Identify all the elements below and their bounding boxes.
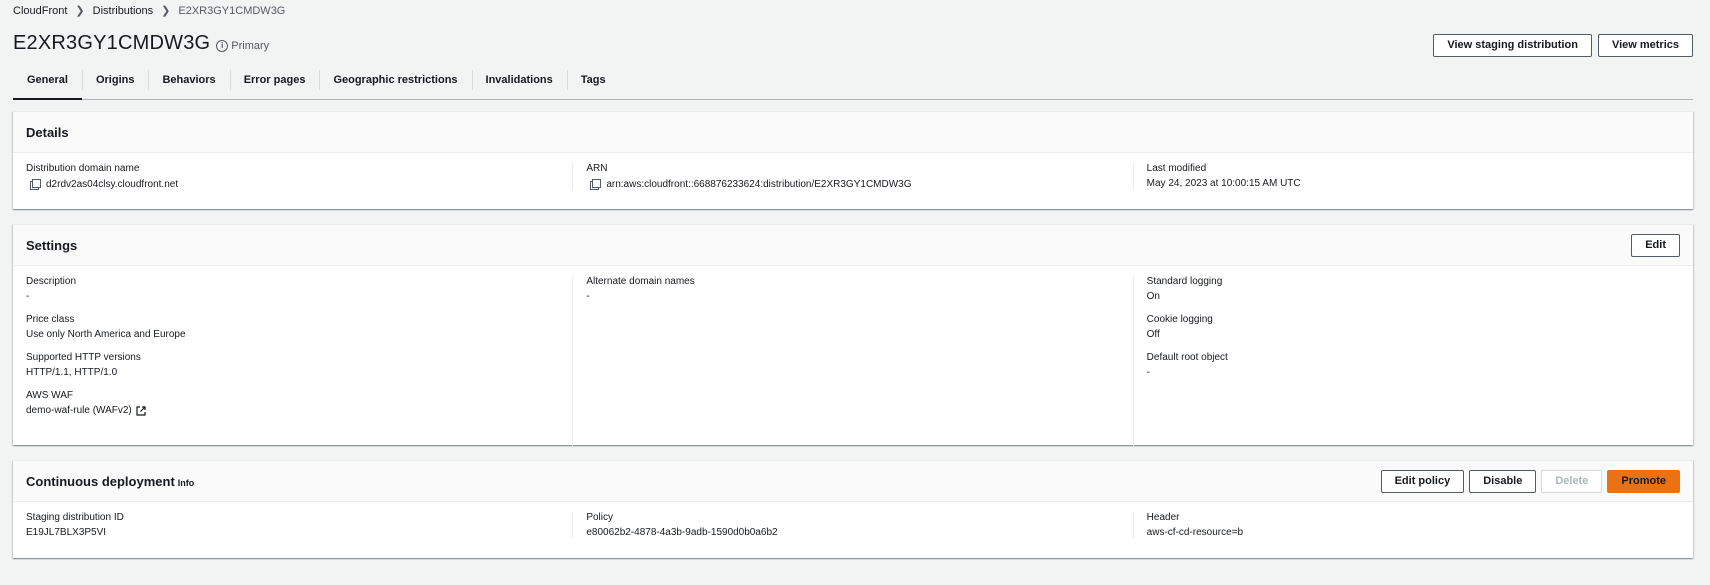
cd-col-header: Header aws-cf-cd-resource=b <box>1132 512 1693 538</box>
page-header: E2XR3GY1CMDW3G i Primary <box>13 32 269 55</box>
root-object-label: Default root object <box>1146 352 1228 363</box>
tab-origins[interactable]: Origins <box>81 68 149 99</box>
settings-col-3: Standard logging On Cookie logging Off D… <box>1132 276 1693 448</box>
promote-button[interactable]: Promote <box>1607 469 1680 493</box>
modified-label: Last modified <box>1146 163 1207 174</box>
continuous-deployment-header: Continuous deployment Info Edit policy Di… <box>13 461 1693 502</box>
waf-value-row: demo-waf-rule (WAFv2) <box>26 405 559 416</box>
breadcrumb-distributions-link[interactable]: Distributions <box>93 5 154 17</box>
settings-header: Settings Edit <box>13 225 1693 266</box>
http-versions-label: Supported HTTP versions <box>26 352 141 363</box>
root-object-field: Default root object - <box>1147 352 1680 378</box>
modified-value: May 24, 2023 at 10:00:15 AM UTC <box>1146 178 1301 189</box>
info-link[interactable]: Info <box>178 478 195 488</box>
details-col-arn: ARN arn:aws:cloudfront::668876233624:dis… <box>572 163 1132 190</box>
external-link-icon[interactable] <box>136 405 146 416</box>
view-staging-distribution-button[interactable]: View staging distribution <box>1433 34 1592 57</box>
details-panel: Details Distribution domain name d2rdv2a… <box>13 111 1693 209</box>
details-col-modified: Last modified May 24, 2023 at 10:00:15 A… <box>1132 163 1693 190</box>
tab-bar: General Origins Behaviors Error pages Ge… <box>13 68 1693 100</box>
std-logging-label: Standard logging <box>1146 276 1223 287</box>
cookie-logging-label: Cookie logging <box>1146 314 1213 325</box>
continuous-deployment-title: Continuous deployment Info <box>26 474 194 489</box>
details-col-domain: Distribution domain name d2rdv2as04clsy.… <box>13 163 572 190</box>
policy-value: e80062b2-4878-4a3b-9adb-1590d0b0a6b2 <box>586 527 778 538</box>
settings-panel: Settings Edit Description - Price class … <box>13 224 1693 448</box>
alt-domains-label: Alternate domain names <box>586 276 695 287</box>
cookie-logging-field: Cookie logging Off <box>1147 314 1680 340</box>
settings-title: Settings <box>26 237 78 253</box>
continuous-deployment-panel: Continuous deployment Info Edit policy Di… <box>13 460 1693 558</box>
copy-icon[interactable] <box>589 178 602 190</box>
settings-col-1: Description - Price class Use only North… <box>13 276 572 448</box>
settings-edit-button[interactable]: Edit <box>1631 233 1680 257</box>
copy-icon[interactable] <box>29 178 41 190</box>
breadcrumb-current: E2XR3GY1CMDW3G <box>178 4 286 17</box>
settings-col-2: Alternate domain names - <box>572 276 1132 448</box>
tab-error-pages[interactable]: Error pages <box>229 68 320 99</box>
std-logging-value: On <box>1146 291 1160 302</box>
domain-label: Distribution domain name <box>26 163 140 174</box>
root-object-value: - <box>1146 367 1150 378</box>
header-value: aws-cf-cd-resource=b <box>1146 527 1244 538</box>
disable-button[interactable]: Disable <box>1469 469 1537 493</box>
domain-value-row: d2rdv2as04clsy.cloudfront.net <box>26 178 559 190</box>
alt-domains-field: Alternate domain names - <box>586 276 1119 302</box>
continuous-deployment-title-text: Continuous deployment <box>26 473 175 489</box>
cd-col-staging: Staging distribution ID E19JL7BLX3P5VI <box>13 512 572 538</box>
price-class-value: Use only North America and Europe <box>26 329 186 340</box>
page-title: E2XR3GY1CMDW3G <box>13 32 211 54</box>
details-header: Details <box>13 112 1693 153</box>
description-value: - <box>26 291 30 302</box>
tab-tags[interactable]: Tags <box>566 68 620 99</box>
staging-id-value: E19JL7BLX3P5VI <box>26 527 107 538</box>
http-versions-field: Supported HTTP versions HTTP/1.1, HTTP/1… <box>26 352 559 378</box>
cookie-logging-value: Off <box>1146 329 1160 340</box>
http-versions-value: HTTP/1.1, HTTP/1.0 <box>26 367 118 378</box>
description-label: Description <box>26 276 77 287</box>
price-class-field: Price class Use only North America and E… <box>26 314 559 340</box>
tab-general[interactable]: General <box>13 68 82 100</box>
arn-value-row: arn:aws:cloudfront::668876233624:distrib… <box>586 178 1119 190</box>
arn-label: ARN <box>586 163 608 174</box>
tab-behaviors[interactable]: Behaviors <box>148 68 229 99</box>
tab-invalidations[interactable]: Invalidations <box>471 68 567 99</box>
header-label: Header <box>1146 512 1180 523</box>
continuous-deployment-columns: Staging distribution ID E19JL7BLX3P5VI P… <box>13 502 1693 538</box>
edit-policy-button[interactable]: Edit policy <box>1380 469 1465 493</box>
primary-badge: i Primary <box>216 39 270 52</box>
chevron-right-icon: ❯ <box>75 5 85 17</box>
std-logging-field: Standard logging On <box>1147 276 1680 302</box>
header-actions: View staging distribution View metrics <box>1433 34 1693 57</box>
settings-columns: Description - Price class Use only North… <box>13 266 1693 448</box>
waf-link[interactable]: demo-waf-rule (WAFv2) <box>26 405 132 416</box>
view-metrics-button[interactable]: View metrics <box>1597 34 1693 57</box>
policy-label: Policy <box>586 512 614 523</box>
arn-value: arn:aws:cloudfront::668876233624:distrib… <box>606 178 912 190</box>
primary-badge-label: Primary <box>231 39 270 52</box>
price-class-label: Price class <box>26 314 75 325</box>
cd-col-policy: Policy e80062b2-4878-4a3b-9adb-1590d0b0a… <box>572 512 1132 538</box>
info-icon: i <box>216 39 229 52</box>
continuous-deployment-actions: Edit policy Disable Delete Promote <box>1380 469 1680 493</box>
details-columns: Distribution domain name d2rdv2as04clsy.… <box>13 153 1693 190</box>
chevron-right-icon: ❯ <box>161 5 171 17</box>
domain-value: d2rdv2as04clsy.cloudfront.net <box>46 178 179 190</box>
staging-id-label: Staging distribution ID <box>26 512 124 523</box>
settings-actions: Edit <box>1631 233 1680 257</box>
breadcrumb-cloudfront-link[interactable]: CloudFront <box>13 5 67 17</box>
waf-label: AWS WAF <box>26 390 74 401</box>
description-field: Description - <box>26 276 559 302</box>
details-title: Details <box>26 124 69 140</box>
delete-button[interactable]: Delete <box>1541 469 1603 493</box>
alt-domains-value: - <box>586 291 590 302</box>
tab-geographic-restrictions[interactable]: Geographic restrictions <box>319 68 471 99</box>
breadcrumb: CloudFront ❯ Distributions ❯ E2XR3GY1CMD… <box>13 4 286 18</box>
waf-field: AWS WAF demo-waf-rule (WAFv2) <box>26 390 559 416</box>
